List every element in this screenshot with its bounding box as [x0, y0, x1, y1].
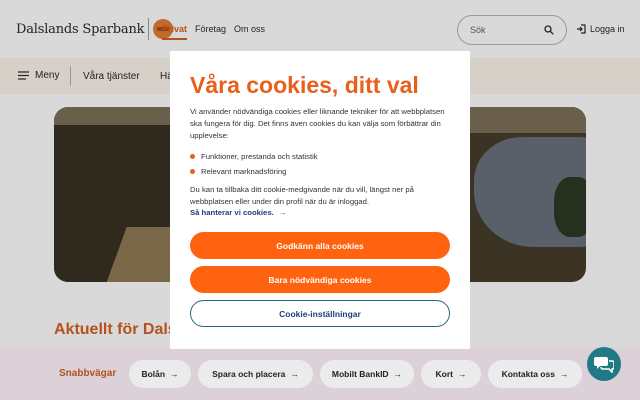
manage-cookies-label: Så hanterar vi cookies.: [190, 208, 274, 217]
bullet-text: Funktioner, prestanda och statistik: [201, 152, 318, 161]
cookie-withdraw-text: Du kan ta tillbaka ditt cookie-medgivand…: [190, 185, 414, 206]
cookie-bullet-list: Funktioner, prestanda och statistik Rele…: [190, 149, 318, 179]
cookie-intro-text: Vi använder nödvändiga cookies eller lik…: [190, 107, 445, 140]
bullet-text: Relevant marknadsföring: [201, 167, 287, 176]
cookie-settings-button[interactable]: Cookie-inställningar: [190, 300, 450, 327]
list-item: Relevant marknadsföring: [190, 164, 318, 179]
accept-all-cookies-button[interactable]: Godkänn alla cookies: [190, 232, 450, 259]
manage-cookies-link[interactable]: Så hanterar vi cookies. →: [190, 208, 286, 217]
bullet-dot-icon: [190, 154, 195, 159]
arrow-right-icon: →: [278, 208, 287, 217]
necessary-cookies-button[interactable]: Bara nödvändiga cookies: [190, 266, 450, 293]
list-item: Funktioner, prestanda och statistik: [190, 149, 318, 164]
bullet-dot-icon: [190, 169, 195, 174]
cookie-consent-dialog: Våra cookies, ditt val Vi använder nödvä…: [170, 51, 470, 349]
cookie-dialog-title: Våra cookies, ditt val: [190, 72, 419, 98]
